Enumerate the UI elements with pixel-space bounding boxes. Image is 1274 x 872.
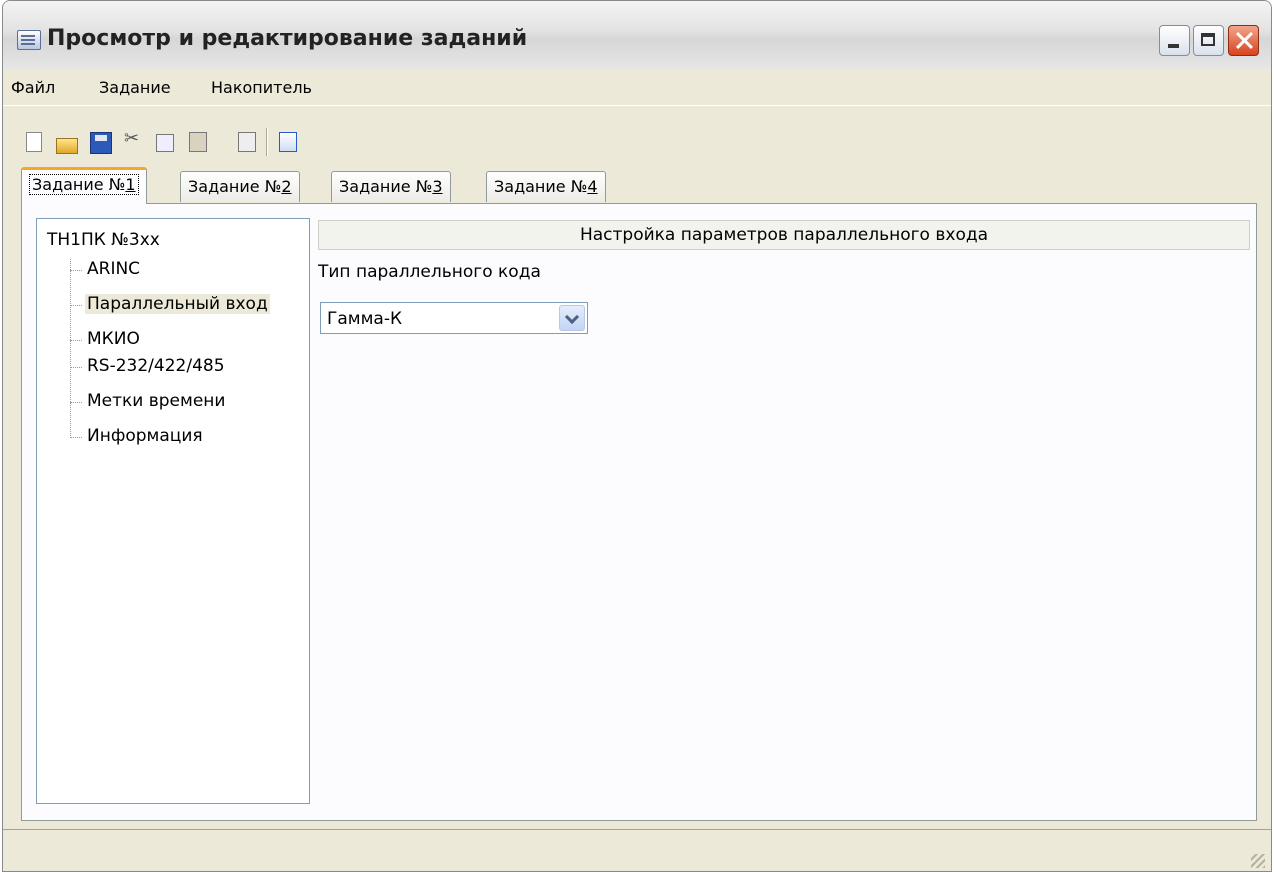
tree-item-timestamps[interactable]: Метки времени xyxy=(85,391,227,411)
tab-task-2[interactable]: Задание №2 xyxy=(180,171,300,202)
window-title: Просмотр и редактирование заданий xyxy=(47,26,528,51)
code-type-value: Гамма-К xyxy=(327,309,403,329)
code-type-select[interactable]: Гамма-К xyxy=(320,302,588,334)
menu-storage[interactable]: Накопитель xyxy=(211,78,312,97)
chevron-down-icon[interactable] xyxy=(559,305,585,331)
tab-task-4[interactable]: Задание №4 xyxy=(486,171,606,202)
toolbar-separator xyxy=(266,128,268,156)
properties-icon[interactable] xyxy=(279,132,297,152)
minimize-button[interactable] xyxy=(1159,25,1190,56)
maximize-button[interactable] xyxy=(1193,25,1224,56)
code-type-label: Тип параллельного кода xyxy=(318,262,541,282)
import-icon[interactable] xyxy=(238,132,256,152)
app-window: Просмотр и редактирование заданий Файл З… xyxy=(2,0,1272,872)
tab-task-1[interactable]: Задание №1 xyxy=(21,167,147,204)
settings-tree[interactable]: ТН1ПК №3хх ARINC Параллельный вход МКИО … xyxy=(36,218,310,804)
tree-item-rs232[interactable]: RS-232/422/485 xyxy=(85,356,227,376)
menu-task[interactable]: Задание xyxy=(99,78,171,97)
tab-panel: ТН1ПК №3хх ARINC Параллельный вход МКИО … xyxy=(21,203,1257,821)
title-bar[interactable]: Просмотр и редактирование заданий xyxy=(3,1,1271,70)
panel-header: Настройка параметров параллельного входа xyxy=(318,220,1250,250)
app-icon xyxy=(17,30,41,50)
tree-item-info[interactable]: Информация xyxy=(85,426,205,446)
tree-item-parallel-input[interactable]: Параллельный вход xyxy=(85,294,270,314)
tree-root[interactable]: ТН1ПК №3хх xyxy=(47,230,160,250)
save-icon[interactable] xyxy=(90,132,112,154)
cut-icon[interactable]: ✂ xyxy=(124,128,144,149)
resize-grip-icon[interactable] xyxy=(1251,854,1265,868)
tree-item-mkio[interactable]: МКИО xyxy=(85,329,142,349)
status-bar xyxy=(3,829,1271,871)
new-file-icon[interactable] xyxy=(26,132,42,152)
tree-connector xyxy=(70,259,71,438)
tab-strip: Задание №1 Задание №2 Задание №3 Задание… xyxy=(3,163,1271,205)
toolbar: ✂ xyxy=(3,105,1271,164)
close-button[interactable] xyxy=(1228,25,1259,56)
open-folder-icon[interactable] xyxy=(56,138,78,154)
tree-item-arinc[interactable]: ARINC xyxy=(85,259,142,279)
tab-task-3[interactable]: Задание №3 xyxy=(331,171,451,202)
paste-icon[interactable] xyxy=(189,132,207,152)
menu-file[interactable]: Файл xyxy=(11,78,55,97)
copy-icon[interactable] xyxy=(156,134,174,152)
menu-bar: Файл Задание Накопитель xyxy=(3,69,1271,105)
